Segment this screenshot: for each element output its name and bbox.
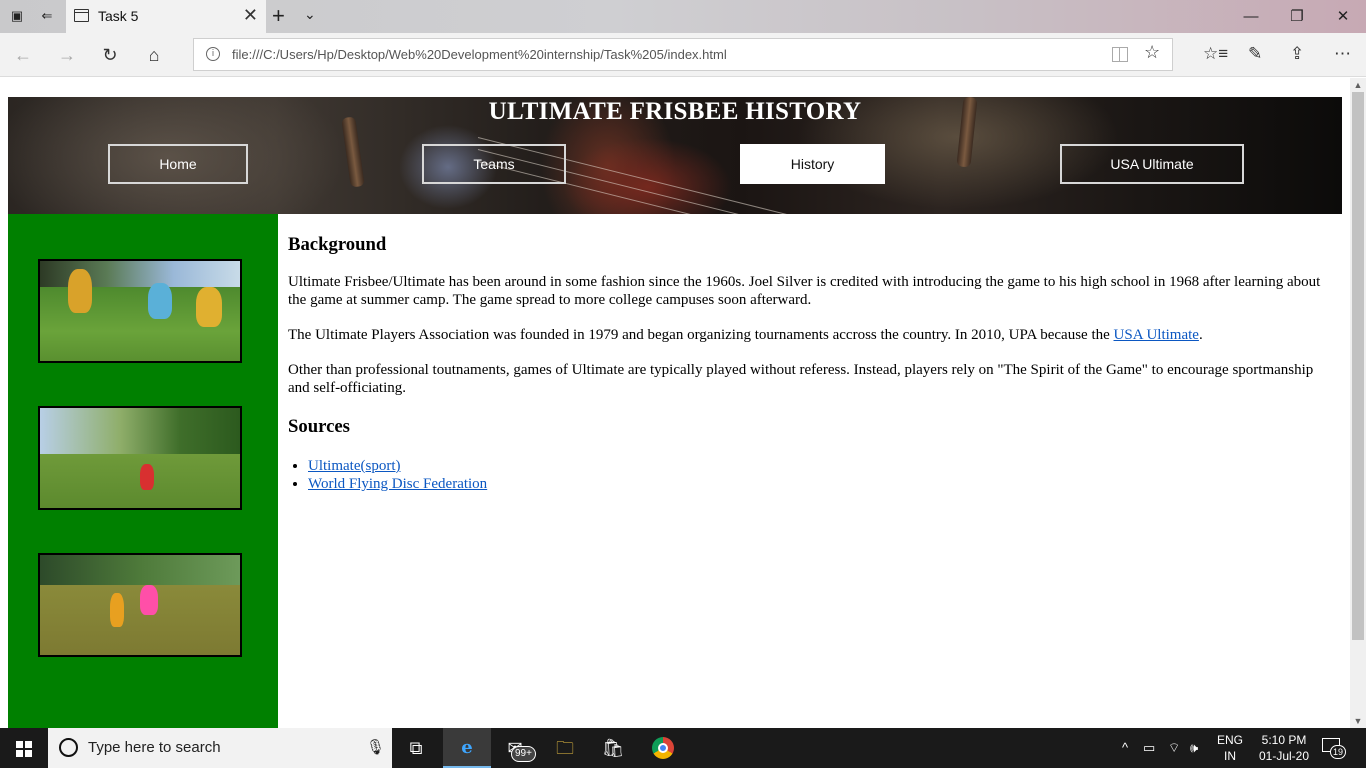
nav-home-link[interactable]: Home (108, 144, 248, 184)
tab-task-5[interactable]: Task 5 ✕ (66, 0, 266, 33)
main-content: Background Ultimate Frisbee/Ultimate has… (288, 214, 1328, 493)
home-icon[interactable]: ⌂ (141, 42, 167, 68)
clock-date: 01-Jul-20 (1258, 749, 1310, 763)
navigation-toolbar: ← → ↻ ⌂ i file:///C:/Users/Hp/Desktop/We… (0, 33, 1366, 77)
paragraph-2-text: The Ultimate Players Association was fou… (288, 327, 1114, 343)
scroll-up-icon[interactable]: ▲ (1350, 78, 1366, 92)
new-tab-button[interactable]: + (272, 5, 285, 27)
region-code: IN (1224, 749, 1236, 763)
minimize-button[interactable]: — (1228, 0, 1274, 33)
favorites-hub-icon[interactable]: ☆≡ (1203, 43, 1228, 65)
sidebar (8, 214, 278, 728)
clock-time: 5:10 PM (1261, 733, 1307, 747)
search-placeholder: Type here to search (88, 739, 221, 756)
volume-icon[interactable]: 🕪 (1190, 740, 1198, 756)
share-icon[interactable]: ⇪ (1290, 43, 1304, 65)
refresh-icon[interactable]: ↻ (97, 42, 123, 68)
mail-app-icon[interactable]: 99+✉ (491, 728, 539, 768)
background-paragraph-3: Other than professional toutnaments, gam… (288, 362, 1314, 396)
notification-count: 19 (1330, 745, 1346, 759)
tab-strip: ▣ ⇐ Task 5 ✕ + ⌄ — ❐ ✕ (0, 0, 1366, 33)
scroll-down-icon[interactable]: ▼ (1350, 714, 1366, 728)
cortana-icon (59, 738, 78, 757)
close-window-button[interactable]: ✕ (1320, 0, 1366, 33)
list-item: Ultimate(sport) (308, 457, 1328, 475)
nav-usa-ultimate-link[interactable]: USA Ultimate (1060, 144, 1244, 184)
usa-ultimate-inline-link[interactable]: USA Ultimate (1114, 327, 1199, 343)
site-title: ULTIMATE FRISBEE HISTORY (488, 98, 862, 125)
background-paragraph-2: The Ultimate Players Association was fou… (288, 326, 1328, 344)
microphone-icon[interactable]: 🎙 (366, 738, 385, 756)
add-notes-icon[interactable]: ✎ (1248, 43, 1262, 65)
windows-logo-icon (16, 741, 23, 748)
store-icon[interactable]: 🛍 (589, 728, 637, 768)
sources-heading: Sources (288, 416, 350, 437)
frisbee-photo-1 (38, 259, 242, 363)
restore-button[interactable]: ❐ (1274, 0, 1320, 33)
favorite-star-icon[interactable]: ☆ (1144, 42, 1160, 63)
address-bar[interactable]: i file:///C:/Users/Hp/Desktop/Web%20Deve… (193, 38, 1173, 71)
wifi-icon[interactable]: ⌔ (1168, 740, 1180, 756)
frisbee-photo-2 (38, 406, 242, 510)
nav-history-link[interactable]: History (740, 144, 885, 184)
header-banner: ULTIMATE FRISBEE HISTORY Home Teams Hist… (8, 97, 1342, 214)
frisbee-photo-3 (38, 553, 242, 657)
tab-close-icon[interactable]: ✕ (243, 6, 258, 24)
input-language-indicator[interactable]: ENG IN (1212, 732, 1248, 764)
reading-view-icon[interactable] (1112, 47, 1128, 62)
site-info-icon[interactable]: i (206, 47, 220, 61)
edge-browser-icon[interactable]: e (443, 728, 491, 768)
nav-teams-link[interactable]: Teams (422, 144, 566, 184)
more-icon[interactable]: ⋯ (1334, 43, 1351, 65)
source-ultimate-sport-link[interactable]: Ultimate(sport) (308, 458, 400, 474)
address-url[interactable]: file:///C:/Users/Hp/Desktop/Web%20Develo… (232, 47, 727, 62)
tab-preview-icon[interactable]: ▣ (8, 7, 26, 25)
task-view-icon[interactable]: ⧉ (392, 728, 440, 768)
back-icon[interactable]: ← (10, 42, 36, 68)
page-icon (74, 9, 89, 22)
list-item: World Flying Disc Federation (308, 475, 1328, 493)
mail-badge: 99+ (511, 746, 536, 762)
background-paragraph-1: Ultimate Frisbee/Ultimate has been aroun… (288, 274, 1321, 308)
lang-code: ENG (1216, 733, 1243, 747)
tab-list-chevron-icon[interactable]: ⌄ (304, 6, 316, 23)
start-button[interactable] (0, 728, 48, 768)
scrollbar-thumb[interactable] (1352, 92, 1364, 640)
taskbar-search-box[interactable]: Type here to search 🎙 (48, 728, 392, 768)
sources-list: Ultimate(sport) World Flying Disc Federa… (288, 457, 1328, 493)
windows-taskbar: Type here to search 🎙 ⧉ e 99+✉ 🗀 🛍 ^ ▭ ⌔… (0, 728, 1366, 768)
set-aside-tabs-icon[interactable]: ⇐ (38, 7, 56, 25)
tab-title: Task 5 (98, 8, 139, 24)
system-clock[interactable]: 5:10 PM 01-Jul-20 (1252, 732, 1316, 764)
action-center-button[interactable]: 19 (1322, 738, 1346, 759)
banner-decor (341, 116, 365, 188)
battery-icon[interactable]: ▭ (1143, 740, 1155, 756)
show-hidden-icons-chevron-icon[interactable]: ^ (1122, 740, 1128, 755)
vertical-scrollbar[interactable]: ▲ ▼ (1350, 78, 1366, 728)
chrome-icon[interactable] (639, 728, 687, 768)
forward-icon[interactable]: → (54, 42, 80, 68)
background-heading: Background (288, 234, 387, 255)
file-explorer-icon[interactable]: 🗀 (541, 728, 589, 768)
source-wfdf-link[interactable]: World Flying Disc Federation (308, 476, 487, 492)
web-page: ULTIMATE FRISBEE HISTORY Home Teams Hist… (0, 78, 1350, 728)
paragraph-2-period: . (1198, 327, 1203, 343)
